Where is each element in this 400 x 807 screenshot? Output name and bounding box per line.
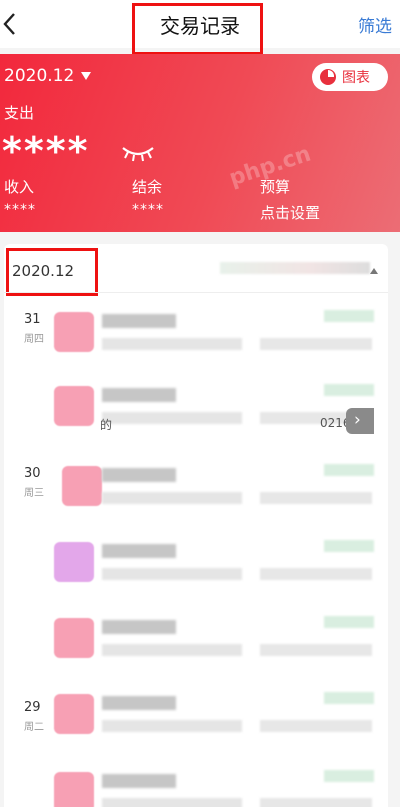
blurred-detail <box>260 568 372 580</box>
collapse-caret-icon[interactable] <box>370 268 378 274</box>
caret-down-icon[interactable] <box>81 72 91 80</box>
balance-label: 结余 <box>132 178 163 196</box>
date-weekday: 周三 <box>24 488 44 499</box>
blurred-detail <box>260 720 372 732</box>
blurred-detail <box>102 644 242 656</box>
blurred-detail <box>102 568 242 580</box>
blurred-title <box>102 468 176 482</box>
transaction-row[interactable] <box>54 614 384 674</box>
income-value: **** <box>4 202 36 218</box>
date-weekday: 周二 <box>24 722 44 733</box>
category-icon <box>54 618 94 658</box>
blurred-title <box>102 696 176 710</box>
expense-label: 支出 <box>4 104 35 122</box>
month-selector[interactable]: 2020.12 <box>4 66 74 86</box>
chart-button[interactable]: 图表 <box>312 63 388 91</box>
divider <box>4 292 388 293</box>
expense-amount-masked: **** <box>2 129 90 173</box>
blurred-title <box>102 544 176 558</box>
filter-button[interactable]: 筛选 <box>358 12 392 37</box>
summary-banner: 2020.12 图表 支出 **** php.cn 收入 **** 结余 ***… <box>0 54 400 232</box>
eye-closed-icon[interactable] <box>120 142 156 164</box>
blurred-detail <box>260 338 372 350</box>
transaction-list-card: 2020.12 31 周四 的 0216 › 30 周三 29 周二 <box>4 244 388 807</box>
month-highlight-box <box>6 248 98 296</box>
blurred-title <box>102 388 176 402</box>
transaction-row[interactable] <box>54 690 384 750</box>
transaction-row[interactable]: 的 0216 <box>54 382 384 442</box>
category-icon <box>54 542 94 582</box>
blurred-amount <box>324 384 374 396</box>
chevron-right-icon: › <box>354 410 361 430</box>
transaction-row[interactable] <box>54 538 384 598</box>
blurred-detail <box>102 338 242 350</box>
date-day: 30 <box>24 466 41 481</box>
category-icon <box>54 772 94 807</box>
transaction-row[interactable] <box>54 768 384 807</box>
transaction-row[interactable] <box>54 462 384 522</box>
blurred-detail <box>260 798 372 807</box>
transaction-row[interactable] <box>54 308 384 368</box>
category-icon <box>54 312 94 352</box>
blurred-amount <box>324 692 374 704</box>
budget-set-link[interactable]: 点击设置 <box>260 202 320 223</box>
blurred-amount <box>324 540 374 552</box>
blurred-title <box>102 314 176 328</box>
date-day: 31 <box>24 312 41 327</box>
blurred-detail <box>102 798 242 807</box>
date-day: 29 <box>24 700 41 715</box>
month-summary-blurred <box>220 262 370 274</box>
income-label: 收入 <box>4 178 35 196</box>
next-button[interactable]: › <box>346 408 374 434</box>
blurred-detail <box>260 644 372 656</box>
chart-button-label: 图表 <box>342 70 370 86</box>
blurred-amount <box>324 616 374 628</box>
blurred-detail <box>260 492 372 504</box>
date-weekday: 周四 <box>24 334 44 345</box>
category-icon <box>54 694 94 734</box>
category-icon <box>54 386 94 426</box>
blurred-detail <box>102 492 242 504</box>
title-highlight-box <box>132 3 263 55</box>
budget-label: 预算 <box>260 178 291 196</box>
nav-bar: 交易记录 筛选 <box>0 0 400 55</box>
pie-chart-icon <box>320 69 336 85</box>
row-snippet-left: 的 <box>100 418 113 432</box>
blurred-amount <box>324 464 374 476</box>
category-icon <box>62 466 102 506</box>
blurred-amount <box>324 310 374 322</box>
blurred-amount <box>324 770 374 782</box>
blurred-title <box>102 774 176 788</box>
blurred-detail <box>102 412 242 424</box>
balance-value: **** <box>132 202 164 218</box>
blurred-title <box>102 620 176 634</box>
blurred-detail <box>102 720 242 732</box>
